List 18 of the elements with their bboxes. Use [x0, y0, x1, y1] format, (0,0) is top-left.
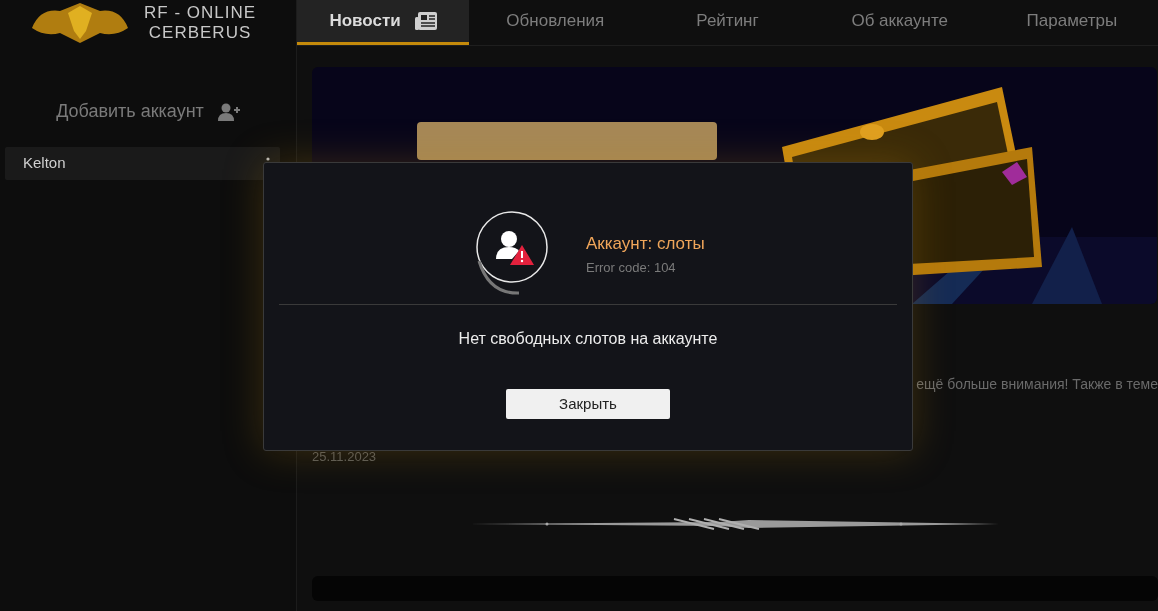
account-item[interactable]: Kelton [5, 147, 280, 180]
dialog-message: Нет свободных слотов на аккаунте [457, 329, 719, 349]
article-text: ещё больше внимания! Также в теме [915, 375, 1158, 394]
add-account-link[interactable]: Добавить аккаунт [56, 98, 204, 125]
logo-icon [30, 3, 130, 43]
article-date: 25.11.2023 [312, 448, 378, 466]
dialog-title: Аккаунт: слоты [586, 232, 705, 255]
logo-text: CERBERUS [147, 23, 253, 43]
nav-tab[interactable]: Параметры [985, 0, 1158, 45]
nav-tab[interactable]: Обновления [469, 0, 642, 45]
nav-tab[interactable]: Новости [297, 0, 470, 45]
logo-text: RF - ONLINE [144, 3, 257, 23]
nav-tab[interactable]: Рейтинг [641, 0, 814, 45]
newspaper-icon [414, 12, 437, 30]
add-user-icon[interactable] [217, 102, 240, 121]
close-button[interactable]: Закрыть [506, 389, 670, 419]
error-code: Error code: 104 [586, 259, 677, 277]
nav-tab[interactable]: Об аккаунте [813, 0, 986, 45]
